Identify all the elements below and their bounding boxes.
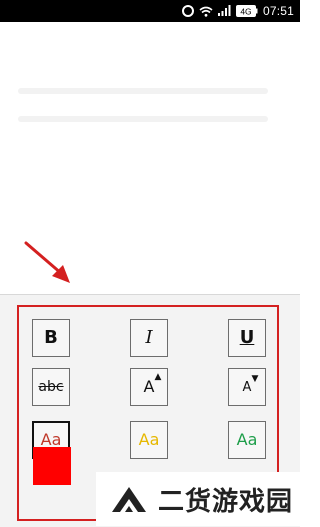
italic-button[interactable]: I [130,319,168,357]
increase-font-label: A ▲ [143,373,162,396]
bold-label: B [44,327,58,348]
font-color-yellow-button[interactable]: Aa [130,421,168,459]
increase-font-letter: A [143,377,155,396]
highlight-red-swatch[interactable] [33,447,71,485]
font-color-red-label: Aa [40,430,62,449]
caret-up-icon: ▲ [154,372,162,382]
strikethrough-label: abc [38,379,64,395]
watermark-text: 二货游戏园 [158,486,294,517]
font-color-green-label: Aa [236,430,258,449]
font-color-yellow-label: Aa [138,430,160,449]
underline-button[interactable]: U [228,319,266,357]
italic-label: I [145,327,153,348]
watermark-logo-icon [112,487,146,512]
increase-font-button[interactable]: A ▲ [130,368,168,406]
underline-label: U [239,327,255,348]
decrease-font-label: A ▼ [242,374,259,395]
caret-down-icon: ▼ [251,373,259,384]
bold-button[interactable]: B [32,319,70,357]
watermark: 二货游戏园 [96,472,300,526]
decrease-font-letter: A [242,379,252,395]
font-color-green-button[interactable]: Aa [228,421,266,459]
strikethrough-button[interactable]: abc [32,368,70,406]
decrease-font-button[interactable]: A ▼ [228,368,266,406]
